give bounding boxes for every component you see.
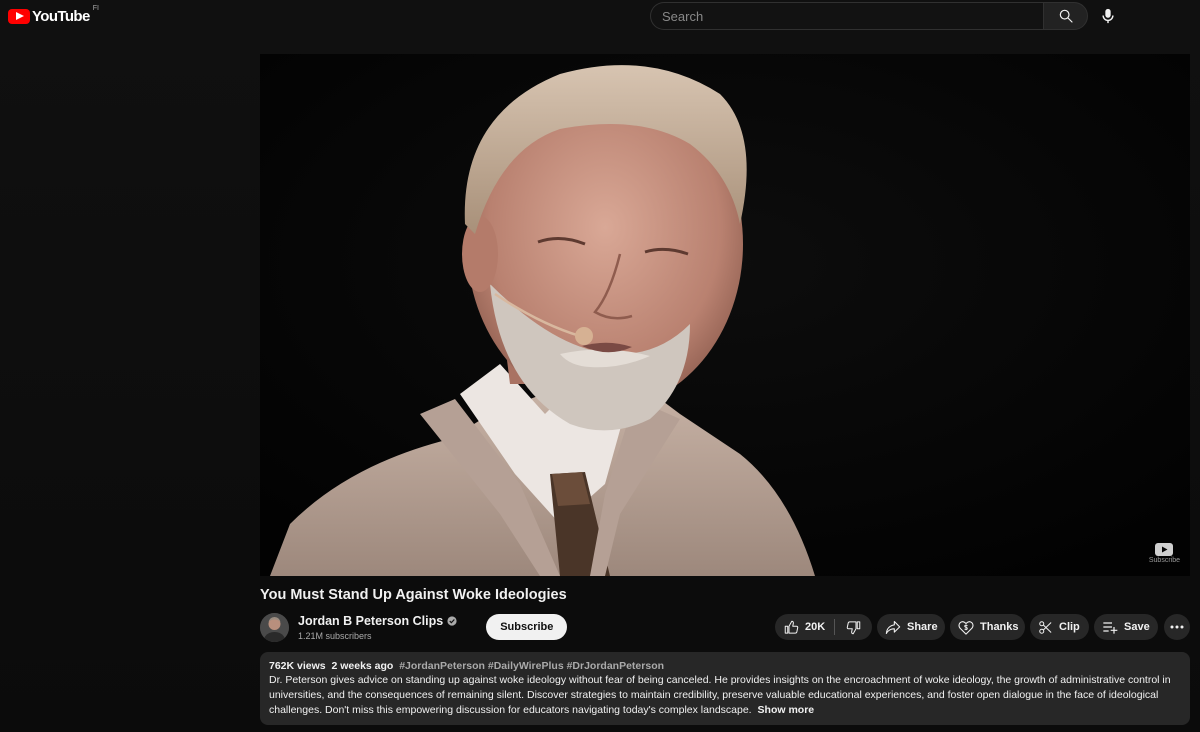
channel-avatar[interactable]	[260, 612, 289, 642]
channel-name[interactable]: Jordan B Peterson Clips	[298, 614, 443, 628]
more-horizontal-icon	[1170, 625, 1184, 629]
subscribe-watermark-label: Subscribe	[1148, 557, 1180, 564]
like-button[interactable]: 20K	[775, 614, 834, 640]
watch-page: YouTube FI Search Subscribe You Must Sta…	[0, 0, 1200, 732]
dislike-button[interactable]	[835, 614, 872, 640]
clip-label: Clip	[1059, 621, 1080, 633]
search-bar	[650, 2, 1088, 30]
share-label: Share	[907, 621, 938, 633]
channel-info: Jordan B Peterson Clips 1.21M subscriber…	[298, 614, 457, 641]
channel-name-row: Jordan B Peterson Clips	[298, 614, 457, 628]
search-box	[650, 2, 1043, 30]
mic-icon	[1102, 8, 1114, 24]
logo-text: YouTube	[32, 7, 90, 25]
subscribe-watermark[interactable]: Subscribe	[1149, 543, 1180, 564]
subscriber-count: 1.21M subscribers	[298, 630, 372, 641]
thumbs-up-icon	[784, 620, 799, 634]
thanks-button[interactable]: Thanks	[950, 614, 1025, 640]
like-count: 20K	[805, 621, 826, 633]
subscribe-button[interactable]: Subscribe	[486, 614, 568, 640]
video-player[interactable]: Subscribe	[260, 54, 1190, 576]
like-dislike-group: 20K	[775, 614, 872, 640]
playlist-add-icon	[1103, 622, 1118, 634]
search-input[interactable]	[662, 8, 1043, 24]
subscribe-watermark-icon	[1155, 543, 1174, 556]
masthead: YouTube FI	[0, 0, 1200, 32]
thanks-label: Thanks	[980, 621, 1019, 633]
channel-row: Jordan B Peterson Clips 1.21M subscriber…	[260, 611, 568, 643]
view-count: 762K views	[269, 660, 326, 672]
scissors-icon	[1039, 620, 1052, 634]
clip-button[interactable]: Clip	[1030, 614, 1089, 640]
search-button[interactable]	[1043, 2, 1088, 30]
description-box[interactable]: 762K views 2 weeks ago #JordanPeterson #…	[260, 652, 1190, 725]
description-meta: 762K views 2 weeks ago #JordanPeterson #…	[269, 659, 1181, 673]
avatar-image	[260, 612, 289, 642]
description-text-block: Dr. Peterson gives advice on standing up…	[269, 673, 1181, 717]
video-frame	[260, 54, 1190, 576]
youtube-logo[interactable]: YouTube FI	[8, 4, 99, 25]
youtube-logo-icon	[8, 8, 30, 24]
search-icon	[1059, 9, 1073, 23]
voice-search-button[interactable]	[1096, 4, 1120, 28]
hashtags[interactable]: #JordanPeterson #DailyWirePlus #DrJordan…	[399, 660, 664, 672]
thumbs-down-icon	[846, 620, 861, 634]
verified-check-icon	[447, 615, 457, 626]
save-label: Save	[1124, 621, 1150, 633]
share-arrow-icon	[885, 620, 901, 634]
thanks-heart-dollar-icon	[958, 620, 974, 635]
share-button[interactable]: Share	[877, 614, 945, 640]
more-actions-button[interactable]	[1164, 614, 1190, 640]
description-text: Dr. Peterson gives advice on standing up…	[269, 674, 1171, 716]
upload-age: 2 weeks ago	[331, 660, 394, 672]
region-code: FI	[92, 4, 99, 12]
show-more-link[interactable]: Show more	[758, 704, 815, 716]
save-button[interactable]: Save	[1094, 614, 1158, 640]
video-title: You Must Stand Up Against Woke Ideologie…	[260, 587, 567, 603]
